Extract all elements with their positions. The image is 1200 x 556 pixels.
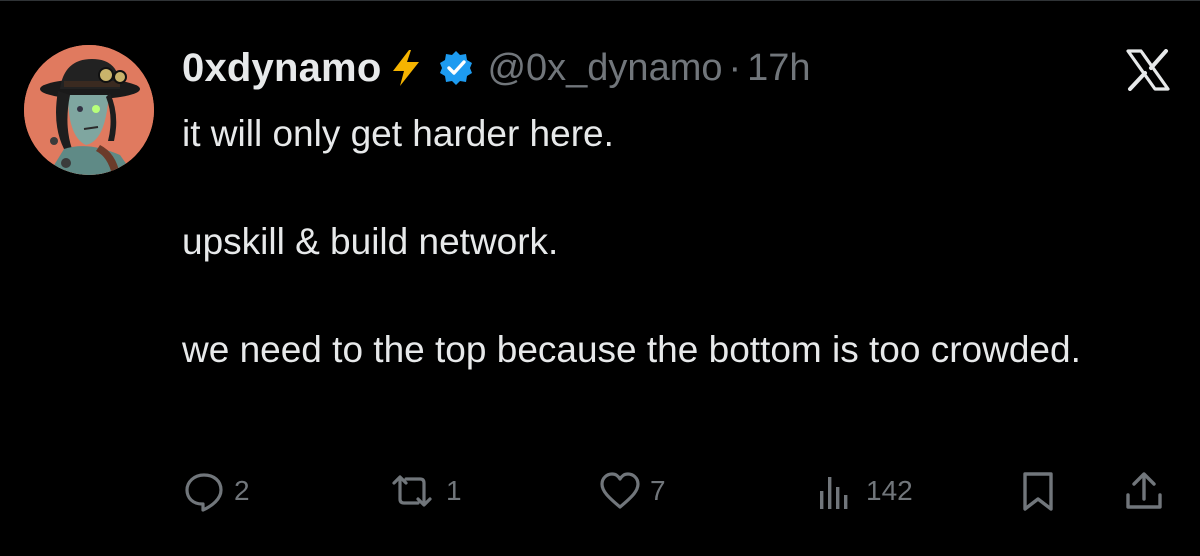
author-name[interactable]: 0xdynamo	[182, 46, 381, 91]
x-logo-icon	[1126, 49, 1170, 91]
action-bar: 2 1 7 142	[182, 467, 1170, 515]
like-count: 7	[650, 475, 666, 506]
repost-arrows-icon	[392, 475, 432, 507]
lightning-bolt-icon	[389, 48, 423, 88]
like-button[interactable]: 7	[598, 467, 666, 515]
share-button[interactable]	[1122, 467, 1166, 515]
share-icon	[1126, 472, 1162, 509]
reply-icon	[185, 473, 223, 512]
bar-chart-icon	[820, 477, 848, 509]
tweet-line: upskill & build network.	[182, 221, 559, 262]
bookmark-button[interactable]	[1016, 467, 1060, 515]
bookmark-icon	[1023, 472, 1053, 511]
views-count: 142	[866, 475, 913, 506]
separator-dot: ·	[728, 46, 742, 89]
tweet-text: it will only get harder here. upskill & …	[182, 107, 1142, 377]
tweet-header: 0xdynamo @0x_dynamo · 17h	[182, 43, 811, 93]
verified-badge-icon[interactable]	[437, 49, 475, 87]
author-handle[interactable]: @0x_dynamo	[487, 47, 722, 90]
avatar[interactable]	[24, 45, 154, 175]
reply-count: 2	[234, 475, 250, 506]
repost-button[interactable]: 1	[386, 467, 462, 515]
avatar-illustration	[24, 45, 154, 175]
tweet-card[interactable]: 0xdynamo @0x_dynamo · 17h it will only g…	[0, 0, 1200, 556]
heart-icon	[600, 472, 640, 509]
repost-count: 1	[446, 475, 462, 506]
views-button[interactable]: 142	[814, 467, 913, 515]
timestamp[interactable]: 17h	[747, 47, 810, 90]
tweet-line: we need to the top because the bottom is…	[182, 329, 1081, 370]
reply-button[interactable]: 2	[182, 467, 250, 515]
tweet-line: it will only get harder here.	[182, 113, 614, 154]
